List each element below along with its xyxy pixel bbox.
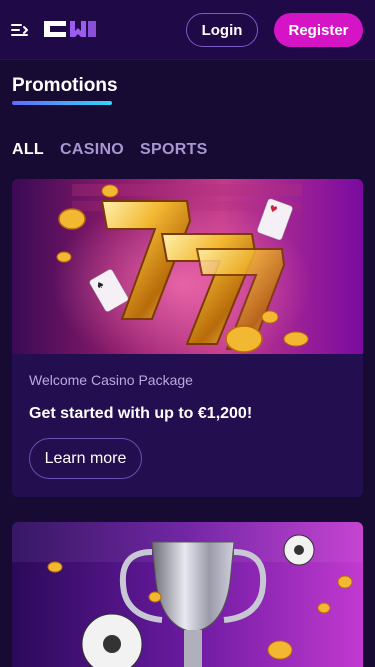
login-button[interactable]: Login — [186, 13, 258, 47]
trophy-football-image — [12, 522, 363, 667]
cw-logo[interactable] — [44, 19, 96, 39]
lucky-sevens-image: ♠ ♥ — [12, 179, 363, 354]
title-underline — [12, 101, 112, 105]
register-button[interactable]: Register — [274, 13, 363, 47]
top-header: Login Register — [0, 0, 375, 60]
learn-more-button[interactable]: Learn more — [29, 438, 142, 479]
tab-sports[interactable]: SPORTS — [140, 141, 208, 159]
menu-arrow-icon[interactable] — [11, 20, 31, 40]
category-tabs: ALL CASINO SPORTS — [12, 141, 208, 159]
tab-casino[interactable]: CASINO — [60, 141, 124, 159]
tab-all[interactable]: ALL — [12, 141, 44, 159]
promotion-headline: Get started with up to €1,200! — [29, 405, 253, 422]
page-title: Promotions — [12, 75, 118, 96]
promotion-card[interactable]: ♠ ♥ Welcome Casino Package Get started w… — [12, 179, 363, 497]
promotion-category: Welcome Casino Package — [29, 372, 193, 388]
promotion-card[interactable] — [12, 522, 363, 667]
